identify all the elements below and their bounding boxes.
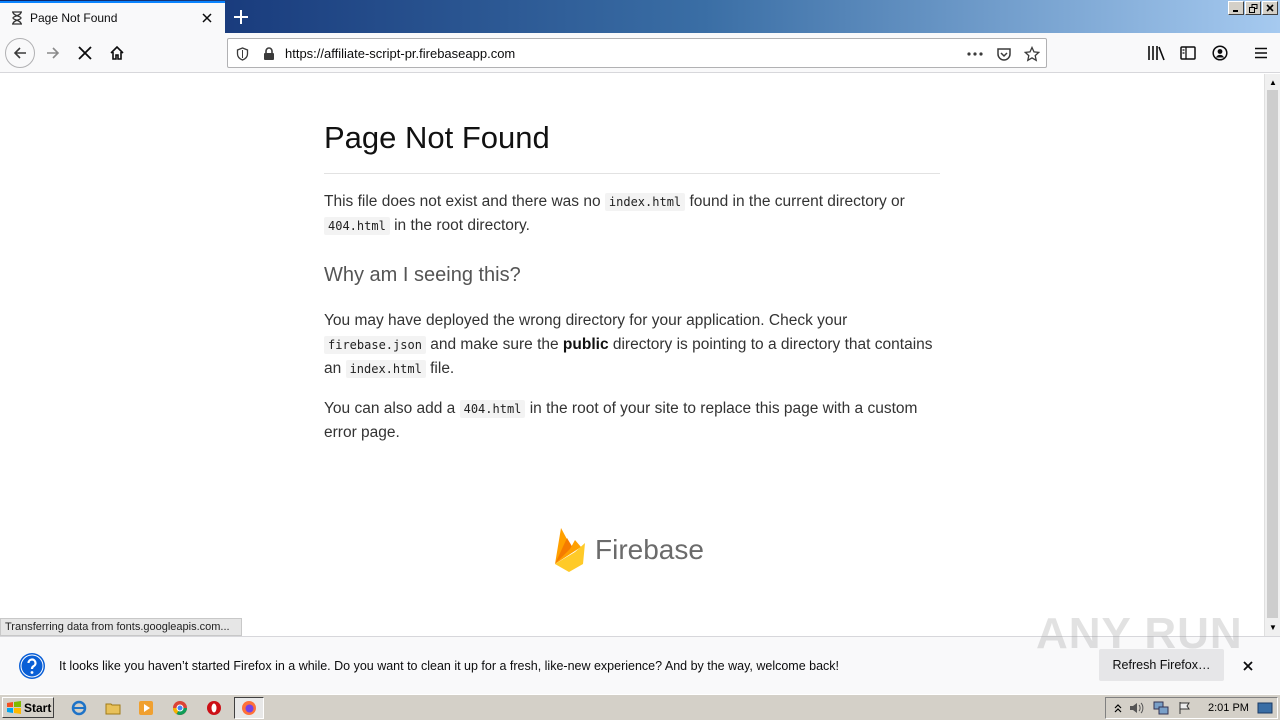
code-index-html: index.html	[604, 193, 686, 211]
section-heading: Why am I seeing this?	[324, 264, 521, 286]
lock-icon[interactable]	[261, 46, 277, 62]
sidebar-icon[interactable]	[1179, 44, 1197, 62]
page-title: Page Not Found	[324, 114, 940, 174]
new-tab-button[interactable]	[228, 4, 254, 30]
back-arrow-icon	[13, 47, 26, 59]
windows-logo-icon	[7, 700, 21, 714]
home-icon	[110, 45, 124, 60]
media-player-icon[interactable]	[137, 699, 155, 717]
question-icon	[19, 653, 45, 679]
action-center-flag-icon[interactable]	[1176, 699, 1194, 717]
volume-icon[interactable]	[1128, 699, 1146, 717]
url-text[interactable]: https://affiliate-script-pr.firebaseapp.…	[285, 46, 515, 61]
code-index-html-2: index.html	[345, 360, 426, 378]
code-404-html-2: 404.html	[459, 400, 526, 418]
public-keyword: public	[562, 336, 609, 353]
minimize-button[interactable]	[1228, 1, 1244, 15]
para1-text-2: and make sure the	[425, 336, 563, 353]
tab-title: Page Not Found	[30, 11, 118, 25]
code-firebase-json: firebase.json	[324, 336, 426, 354]
custom-error-paragraph: You can also add a 404.html in the root …	[324, 397, 940, 445]
code-404-html: 404.html	[324, 217, 390, 235]
stop-icon	[78, 46, 92, 60]
start-button[interactable]: Start	[2, 697, 54, 718]
scroll-up-arrow-icon[interactable]: ▲	[1266, 75, 1280, 89]
intro-text-3: in the root directory.	[389, 217, 530, 234]
status-bar: Transferring data from fonts.googleapis.…	[0, 618, 242, 636]
more-actions-icon[interactable]	[967, 46, 983, 62]
navigation-toolbar: https://affiliate-script-pr.firebaseapp.…	[0, 33, 1280, 73]
firebase-logo: Firebase	[553, 526, 704, 574]
home-button[interactable]	[102, 38, 132, 68]
scroll-down-arrow-icon[interactable]: ▼	[1266, 620, 1280, 634]
firefox-taskbar-button[interactable]	[234, 697, 264, 719]
window-controls	[1228, 1, 1278, 15]
pocket-icon[interactable]	[996, 46, 1012, 62]
intro-text-1: This file does not exist and there was n…	[324, 193, 605, 210]
page-content: Page Not Found This file does not exist …	[0, 74, 1264, 636]
title-bar: Page Not Found	[0, 0, 1280, 33]
opera-icon[interactable]	[205, 699, 223, 717]
restore-button[interactable]	[1245, 1, 1261, 15]
show-desktop-icon[interactable]	[1256, 699, 1274, 717]
internet-explorer-icon[interactable]	[70, 699, 88, 717]
close-window-button[interactable]	[1262, 1, 1278, 15]
address-bar[interactable]: https://affiliate-script-pr.firebaseapp.…	[227, 38, 1047, 68]
account-icon[interactable]	[1211, 44, 1229, 62]
scroll-thumb[interactable]	[1267, 90, 1278, 618]
menu-icon[interactable]	[1252, 44, 1270, 62]
forward-button[interactable]	[38, 38, 68, 68]
notification-message: It looks like you haven’t started Firefo…	[59, 659, 840, 673]
system-tray	[1105, 697, 1278, 719]
tray-expand-icon[interactable]	[1109, 699, 1127, 717]
vertical-scrollbar[interactable]: ▲ ▼	[1264, 74, 1280, 636]
back-button[interactable]	[5, 38, 35, 68]
bookmark-star-icon[interactable]	[1024, 46, 1040, 62]
para2-text-1: You can also add a	[324, 400, 460, 417]
chrome-icon[interactable]	[171, 699, 189, 717]
network-icon[interactable]	[1152, 699, 1170, 717]
stop-button[interactable]	[70, 38, 100, 68]
para1-text-4: file.	[425, 360, 455, 377]
error-article: Page Not Found This file does not exist …	[324, 114, 940, 445]
firebase-flame-icon	[555, 528, 585, 572]
close-notification-icon[interactable]	[1238, 656, 1258, 676]
intro-text-2: found in the current directory or	[685, 193, 905, 210]
close-tab-icon[interactable]	[197, 8, 217, 28]
refresh-firefox-button[interactable]: Refresh Firefox…	[1099, 649, 1224, 681]
windows-taskbar: Start 2:01 PM	[0, 694, 1280, 720]
hourglass-icon	[10, 11, 24, 25]
para1-text-1: You may have deployed the wrong director…	[324, 312, 848, 329]
notification-bar: ANY RUN It looks like you haven’t starte…	[0, 609, 1280, 694]
tab-page-not-found[interactable]: Page Not Found	[0, 1, 225, 33]
intro-paragraph: This file does not exist and there was n…	[324, 190, 940, 238]
firebase-wordmark: Firebase	[595, 534, 704, 565]
file-explorer-icon[interactable]	[104, 699, 122, 717]
start-label: Start	[24, 700, 52, 715]
explanation-paragraph: You may have deployed the wrong director…	[324, 309, 940, 381]
taskbar-clock: 2:01 PM	[1208, 702, 1249, 714]
forward-arrow-icon	[47, 47, 60, 59]
library-icon[interactable]	[1147, 44, 1165, 62]
tracking-shield-icon[interactable]	[234, 46, 250, 62]
firefox-icon	[242, 701, 256, 715]
